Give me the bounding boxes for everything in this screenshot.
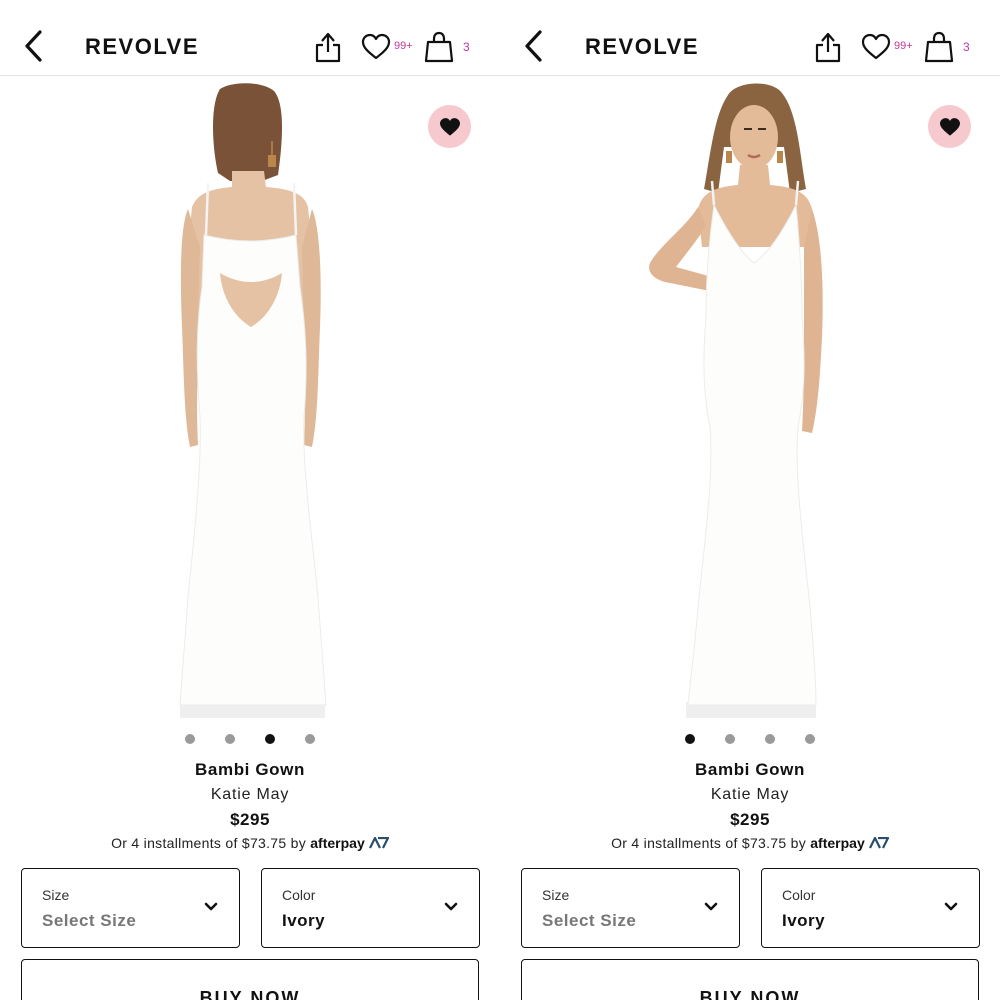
color-value: Ivory <box>282 911 326 930</box>
color-label: Color <box>282 887 316 903</box>
shopping-bag-icon[interactable] <box>424 31 454 63</box>
app-header: REVOLVE 99+ 3 <box>0 0 500 76</box>
revolve-logo[interactable]: REVOLVE <box>585 34 699 60</box>
color-value: Ivory <box>782 911 826 930</box>
heart-outline-icon[interactable] <box>361 33 391 61</box>
carousel-dot[interactable] <box>725 734 735 744</box>
installments-info[interactable]: Or 4 installments of $73.75 by afterpay <box>500 835 1000 851</box>
color-dropdown[interactable]: Color Ivory <box>761 868 980 948</box>
product-name: Bambi Gown <box>695 760 805 779</box>
image-carousel-dots[interactable] <box>500 734 1000 744</box>
bag-count-badge: 3 <box>963 40 970 54</box>
product-brand[interactable]: Katie May <box>0 786 500 804</box>
color-label: Color <box>782 887 816 903</box>
wishlist-count-badge: 99+ <box>894 40 913 52</box>
size-value: Select Size <box>42 911 137 930</box>
afterpay-logo: afterpay <box>310 835 365 851</box>
installments-info[interactable]: Or 4 installments of $73.75 by afterpay <box>0 835 500 851</box>
installments-text: Or 4 installments of $73.75 by <box>111 835 307 851</box>
shopping-bag-icon[interactable] <box>924 31 954 63</box>
carousel-dot[interactable] <box>185 734 195 744</box>
chevron-down-icon <box>444 902 458 911</box>
product-screen-right: REVOLVE 99+ 3 Bambi Gown Katie May $295 … <box>500 0 1000 1000</box>
share-icon[interactable] <box>814 30 842 64</box>
carousel-dot[interactable] <box>305 734 315 744</box>
product-name: Bambi Gown <box>195 760 305 779</box>
chevron-left-icon[interactable] <box>520 28 548 64</box>
carousel-dot[interactable] <box>225 734 235 744</box>
heart-filled-icon <box>939 117 960 136</box>
bag-count-badge: 3 <box>463 40 470 54</box>
afterpay-logo: afterpay <box>810 835 865 851</box>
buy-now-button[interactable]: BUY NOW <box>521 959 979 1000</box>
product-image-front-view[interactable] <box>500 77 1000 720</box>
carousel-dot[interactable] <box>765 734 775 744</box>
carousel-dot-active[interactable] <box>265 734 275 744</box>
afterpay-arrows-icon <box>368 837 389 849</box>
chevron-down-icon <box>204 902 218 911</box>
product-brand[interactable]: Katie May <box>500 786 1000 804</box>
chevron-left-icon[interactable] <box>20 28 48 64</box>
buy-now-button[interactable]: BUY NOW <box>21 959 479 1000</box>
revolve-logo[interactable]: REVOLVE <box>85 34 199 60</box>
buy-now-label: BUY NOW <box>199 988 301 1000</box>
heart-outline-icon[interactable] <box>861 33 891 61</box>
size-value: Select Size <box>542 911 637 930</box>
size-label: Size <box>542 887 570 903</box>
carousel-dot-active[interactable] <box>685 734 695 744</box>
size-dropdown[interactable]: Size Select Size <box>21 868 240 948</box>
afterpay-arrows-icon <box>868 837 889 849</box>
favorite-button[interactable] <box>928 105 971 148</box>
size-label: Size <box>42 887 70 903</box>
carousel-dot[interactable] <box>805 734 815 744</box>
wishlist-count-badge: 99+ <box>394 40 413 52</box>
chevron-down-icon <box>704 902 718 911</box>
product-price: $295 <box>230 810 270 829</box>
product-image-back-view[interactable] <box>0 77 500 720</box>
product-price: $295 <box>730 810 770 829</box>
share-icon[interactable] <box>314 30 342 64</box>
image-carousel-dots[interactable] <box>0 734 500 744</box>
buy-now-label: BUY NOW <box>699 988 801 1000</box>
size-dropdown[interactable]: Size Select Size <box>521 868 740 948</box>
heart-filled-icon <box>439 117 460 136</box>
app-header: REVOLVE 99+ 3 <box>500 0 1000 76</box>
favorite-button[interactable] <box>428 105 471 148</box>
product-screen-left: REVOLVE 99+ 3 Bambi Gown Katie May $295 … <box>0 0 500 1000</box>
installments-text: Or 4 installments of $73.75 by <box>611 835 807 851</box>
chevron-down-icon <box>944 902 958 911</box>
color-dropdown[interactable]: Color Ivory <box>261 868 480 948</box>
